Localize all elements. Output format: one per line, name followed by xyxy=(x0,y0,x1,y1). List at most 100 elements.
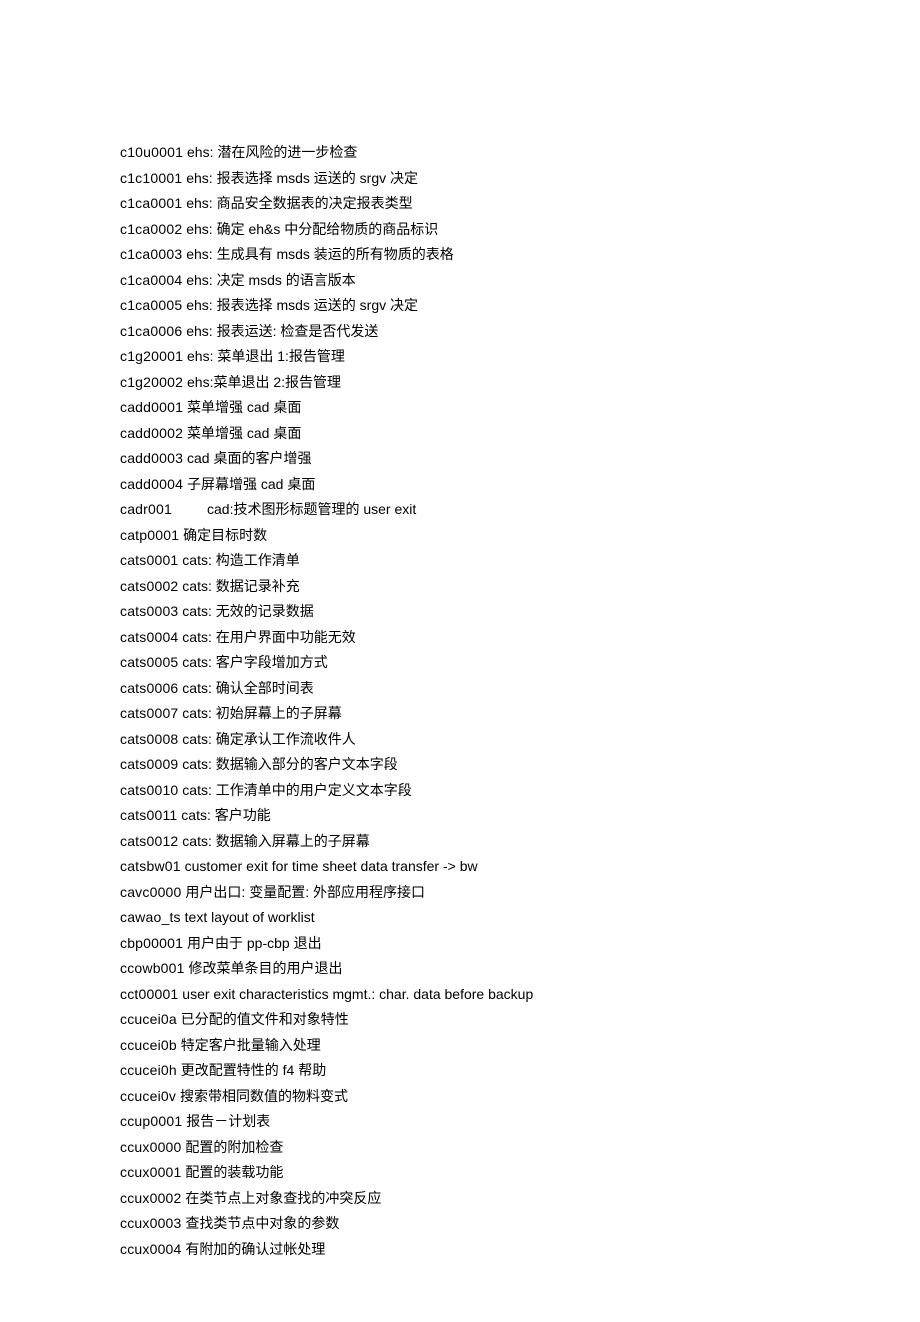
entry-code: c1ca0006 xyxy=(120,323,182,339)
entry-code: ccup0001 xyxy=(120,1113,182,1129)
entry-description: 有附加的确认过帐处理 xyxy=(182,1241,326,1257)
entry-code: c1c10001 xyxy=(120,170,182,186)
entry-code: cadd0002 xyxy=(120,425,183,441)
list-item: c1g20001 ehs: 菜单退出 1:报告管理 xyxy=(120,344,800,370)
entry-code: cats0008 xyxy=(120,731,178,747)
entry-description: cats: 构造工作清单 xyxy=(178,552,299,568)
list-item: c1ca0005 ehs: 报表选择 msds 运送的 srgv 决定 xyxy=(120,293,800,319)
entry-description: cats: 在用户界面中功能无效 xyxy=(178,629,355,645)
entry-code: cadd0004 xyxy=(120,476,183,492)
entry-description: cats: 客户功能 xyxy=(177,807,270,823)
entry-description: 在类节点上对象查找的冲突反应 xyxy=(182,1190,382,1206)
list-item: c1ca0004 ehs: 决定 msds 的语言版本 xyxy=(120,268,800,294)
entry-code: cats0002 xyxy=(120,578,178,594)
entry-description: 用户由于 pp-cbp 退出 xyxy=(183,935,321,951)
entry-description: 报告－计划表 xyxy=(182,1113,270,1129)
list-item: cats0009 cats: 数据输入部分的客户文本字段 xyxy=(120,752,800,778)
entry-code: cadr001 xyxy=(120,501,172,517)
list-item: catsbw01 customer exit for time sheet da… xyxy=(120,854,800,880)
entry-description: ehs: 确定 eh&s 中分配给物质的商品标识 xyxy=(182,221,438,237)
list-item: cats0002 cats: 数据记录补充 xyxy=(120,574,800,600)
list-item: cats0003 cats: 无效的记录数据 xyxy=(120,599,800,625)
entry-description: 特定客户批量输入处理 xyxy=(177,1037,321,1053)
entry-code: ccucei0b xyxy=(120,1037,177,1053)
entry-code: ccucei0v xyxy=(120,1088,176,1104)
entry-description: ehs: 菜单退出 1:报告管理 xyxy=(183,348,345,364)
entry-description: 修改菜单条目的用户退出 xyxy=(185,960,343,976)
entry-description: ehs:菜单退出 2:报告管理 xyxy=(183,374,341,390)
entry-code: cawao_ts xyxy=(120,909,181,925)
entry-description: 配置的装载功能 xyxy=(182,1164,284,1180)
list-item: ccucei0v 搜索带相同数值的物料变式 xyxy=(120,1084,800,1110)
entry-code: cats0006 xyxy=(120,680,178,696)
list-item: cadd0003 cad 桌面的客户增强 xyxy=(120,446,800,472)
entry-description: ehs: 报表运送: 检查是否代发送 xyxy=(182,323,378,339)
entry-description: 更改配置特性的 f4 帮助 xyxy=(177,1062,326,1078)
entry-description: 查找类节点中对象的参数 xyxy=(182,1215,340,1231)
entry-code: cats0001 xyxy=(120,552,178,568)
list-item: ccucei0b 特定客户批量输入处理 xyxy=(120,1033,800,1059)
entry-code: cats0004 xyxy=(120,629,178,645)
entry-description: 用户出口: 变量配置: 外部应用程序接口 xyxy=(182,884,425,900)
list-item: cct00001 user exit characteristics mgmt.… xyxy=(120,982,800,1008)
entry-code: catp0001 xyxy=(120,527,179,543)
entry-description: 确定目标时数 xyxy=(179,527,267,543)
list-item: cadd0004 子屏幕增强 cad 桌面 xyxy=(120,472,800,498)
entry-code: cats0007 xyxy=(120,705,178,721)
entry-code: c10u0001 xyxy=(120,144,183,160)
list-item: cavc0000 用户出口: 变量配置: 外部应用程序接口 xyxy=(120,880,800,906)
entry-code: ccux0004 xyxy=(120,1241,182,1257)
list-item: ccux0001 配置的装载功能 xyxy=(120,1160,800,1186)
list-item: c1ca0006 ehs: 报表运送: 检查是否代发送 xyxy=(120,319,800,345)
entry-code: cats0010 xyxy=(120,782,178,798)
entry-description: cats: 工作清单中的用户定义文本字段 xyxy=(178,782,411,798)
list-item: ccucei0a 已分配的值文件和对象特性 xyxy=(120,1007,800,1033)
entry-code: ccowb001 xyxy=(120,960,185,976)
entry-code: cadd0003 xyxy=(120,450,183,466)
entry-description: text layout of worklist xyxy=(181,909,315,925)
entry-description: 菜单增强 cad 桌面 xyxy=(183,399,301,415)
entry-code: ccux0000 xyxy=(120,1139,182,1155)
entry-code: cats0009 xyxy=(120,756,178,772)
entry-code: cats0011 xyxy=(120,807,177,823)
entry-description: cats: 数据输入屏幕上的子屏幕 xyxy=(178,833,369,849)
entry-description: 子屏幕增强 cad 桌面 xyxy=(183,476,315,492)
list-item: c1ca0001 ehs: 商品安全数据表的决定报表类型 xyxy=(120,191,800,217)
list-item: cats0011 cats: 客户功能 xyxy=(120,803,800,829)
document-page: c10u0001 ehs: 潜在风险的进一步检查c1c10001 ehs: 报表… xyxy=(0,0,920,1322)
list-item: cadr001 cad:技术图形标题管理的 user exit xyxy=(120,497,800,523)
list-item: cats0004 cats: 在用户界面中功能无效 xyxy=(120,625,800,651)
entry-description: ehs: 决定 msds 的语言版本 xyxy=(182,272,355,288)
entry-description: cad 桌面的客户增强 xyxy=(183,450,311,466)
entry-description: 已分配的值文件和对象特性 xyxy=(177,1011,349,1027)
entry-description: cats: 初始屏幕上的子屏幕 xyxy=(178,705,341,721)
list-item: ccux0003 查找类节点中对象的参数 xyxy=(120,1211,800,1237)
list-item: ccux0004 有附加的确认过帐处理 xyxy=(120,1237,800,1263)
list-item: c1c10001 ehs: 报表选择 msds 运送的 srgv 决定 xyxy=(120,166,800,192)
list-item: cats0007 cats: 初始屏幕上的子屏幕 xyxy=(120,701,800,727)
list-item: ccux0000 配置的附加检查 xyxy=(120,1135,800,1161)
entry-code: c1ca0003 xyxy=(120,246,182,262)
entry-code: c1g20001 xyxy=(120,348,183,364)
entry-description: 菜单增强 cad 桌面 xyxy=(183,425,301,441)
entry-description: ehs: 商品安全数据表的决定报表类型 xyxy=(182,195,412,211)
entry-description: 搜索带相同数值的物料变式 xyxy=(176,1088,348,1104)
entry-description: cats: 客户字段增加方式 xyxy=(178,654,327,670)
list-item: c1ca0003 ehs: 生成具有 msds 装运的所有物质的表格 xyxy=(120,242,800,268)
entry-code: c1g20002 xyxy=(120,374,183,390)
entry-description: cats: 数据输入部分的客户文本字段 xyxy=(178,756,397,772)
list-item: cawao_ts text layout of worklist xyxy=(120,905,800,931)
entry-code: catsbw01 xyxy=(120,858,181,874)
entry-code: ccucei0h xyxy=(120,1062,177,1078)
entry-description: cad:技术图形标题管理的 user exit xyxy=(172,501,416,517)
entry-code: cadd0001 xyxy=(120,399,183,415)
list-item: cats0012 cats: 数据输入屏幕上的子屏幕 xyxy=(120,829,800,855)
entry-description: cats: 无效的记录数据 xyxy=(178,603,313,619)
list-item: c1g20002 ehs:菜单退出 2:报告管理 xyxy=(120,370,800,396)
entry-code: cct00001 xyxy=(120,986,178,1002)
list-item: ccux0002 在类节点上对象查找的冲突反应 xyxy=(120,1186,800,1212)
entry-description: cats: 数据记录补充 xyxy=(178,578,299,594)
entry-code: ccucei0a xyxy=(120,1011,177,1027)
entry-description: ehs: 潜在风险的进一步检查 xyxy=(183,144,357,160)
list-item: ccucei0h 更改配置特性的 f4 帮助 xyxy=(120,1058,800,1084)
